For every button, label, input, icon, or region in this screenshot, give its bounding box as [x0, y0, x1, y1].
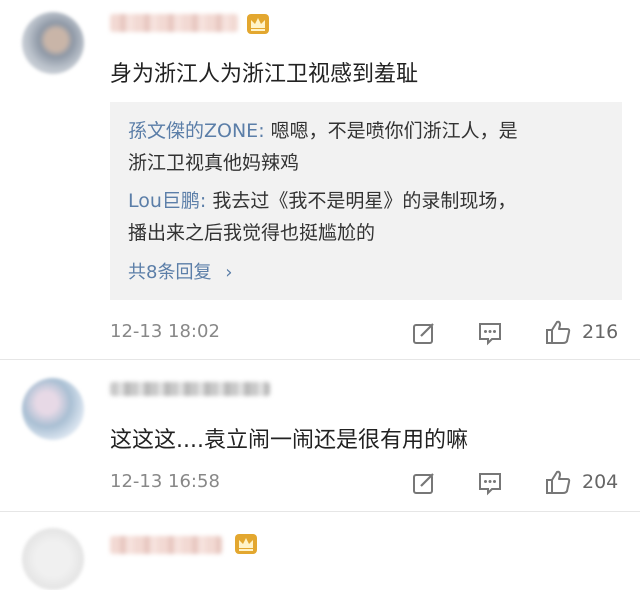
thumbs-up-icon[interactable]	[544, 468, 572, 496]
repost-icon[interactable]	[411, 320, 437, 346]
like-count: 204	[582, 471, 619, 493]
chevron-right-icon: ›	[225, 262, 233, 283]
comment-icon[interactable]	[477, 470, 503, 496]
comment-text: 这这这....袁立闹一闹还是很有用的嘛	[110, 428, 468, 453]
more-replies-label: 共8条回复	[128, 262, 212, 283]
reply-item: Lou巨鹏: 我去过《我不是明星》的录制现场，	[128, 186, 516, 213]
avatar[interactable]	[22, 378, 84, 440]
like-count: 216	[582, 321, 619, 343]
username-blurred[interactable]	[110, 14, 238, 32]
comment-timestamp: 12-13 16:58	[110, 471, 220, 492]
crown-badge-icon	[235, 534, 257, 554]
avatar[interactable]	[22, 12, 84, 74]
username-blurred[interactable]	[110, 536, 222, 554]
comment-text: 身为浙江人为浙江卫视感到羞耻	[110, 62, 419, 87]
username-blurred[interactable]	[110, 382, 270, 396]
repost-icon[interactable]	[411, 470, 437, 496]
reply-item: 孫文傑的ZONE: 嗯嗯，不是喷你们浙江人，是	[128, 116, 518, 143]
comment-timestamp: 12-13 18:02	[110, 321, 220, 342]
avatar[interactable]	[22, 528, 84, 590]
reply-text-continued: 浙江卫视真他妈辣鸡	[128, 152, 300, 174]
crown-badge-icon	[247, 14, 269, 34]
reply-text: 我去过《我不是明星》的录制现场，	[206, 190, 517, 212]
reply-author-link[interactable]: Lou巨鹏:	[128, 190, 206, 212]
reply-author-link[interactable]: 孫文傑的ZONE:	[128, 120, 265, 142]
comment-icon[interactable]	[477, 320, 503, 346]
more-replies-link[interactable]: 共8条回复 ›	[128, 258, 232, 284]
replies-box[interactable]: 孫文傑的ZONE: 嗯嗯，不是喷你们浙江人，是 浙江卫视真他妈辣鸡 Lou巨鹏:…	[110, 102, 622, 300]
comment-item: 这这这....袁立闹一闹还是很有用的嘛 12-13 16:58 204	[0, 360, 640, 512]
reply-text: 嗯嗯，不是喷你们浙江人，是	[264, 120, 518, 142]
thumbs-up-icon[interactable]	[544, 318, 572, 346]
comment-item: 身为浙江人为浙江卫视感到羞耻 孫文傑的ZONE: 嗯嗯，不是喷你们浙江人，是 浙…	[0, 0, 640, 360]
comment-item	[0, 512, 640, 590]
reply-text-continued: 播出来之后我觉得也挺尴尬的	[128, 222, 376, 244]
